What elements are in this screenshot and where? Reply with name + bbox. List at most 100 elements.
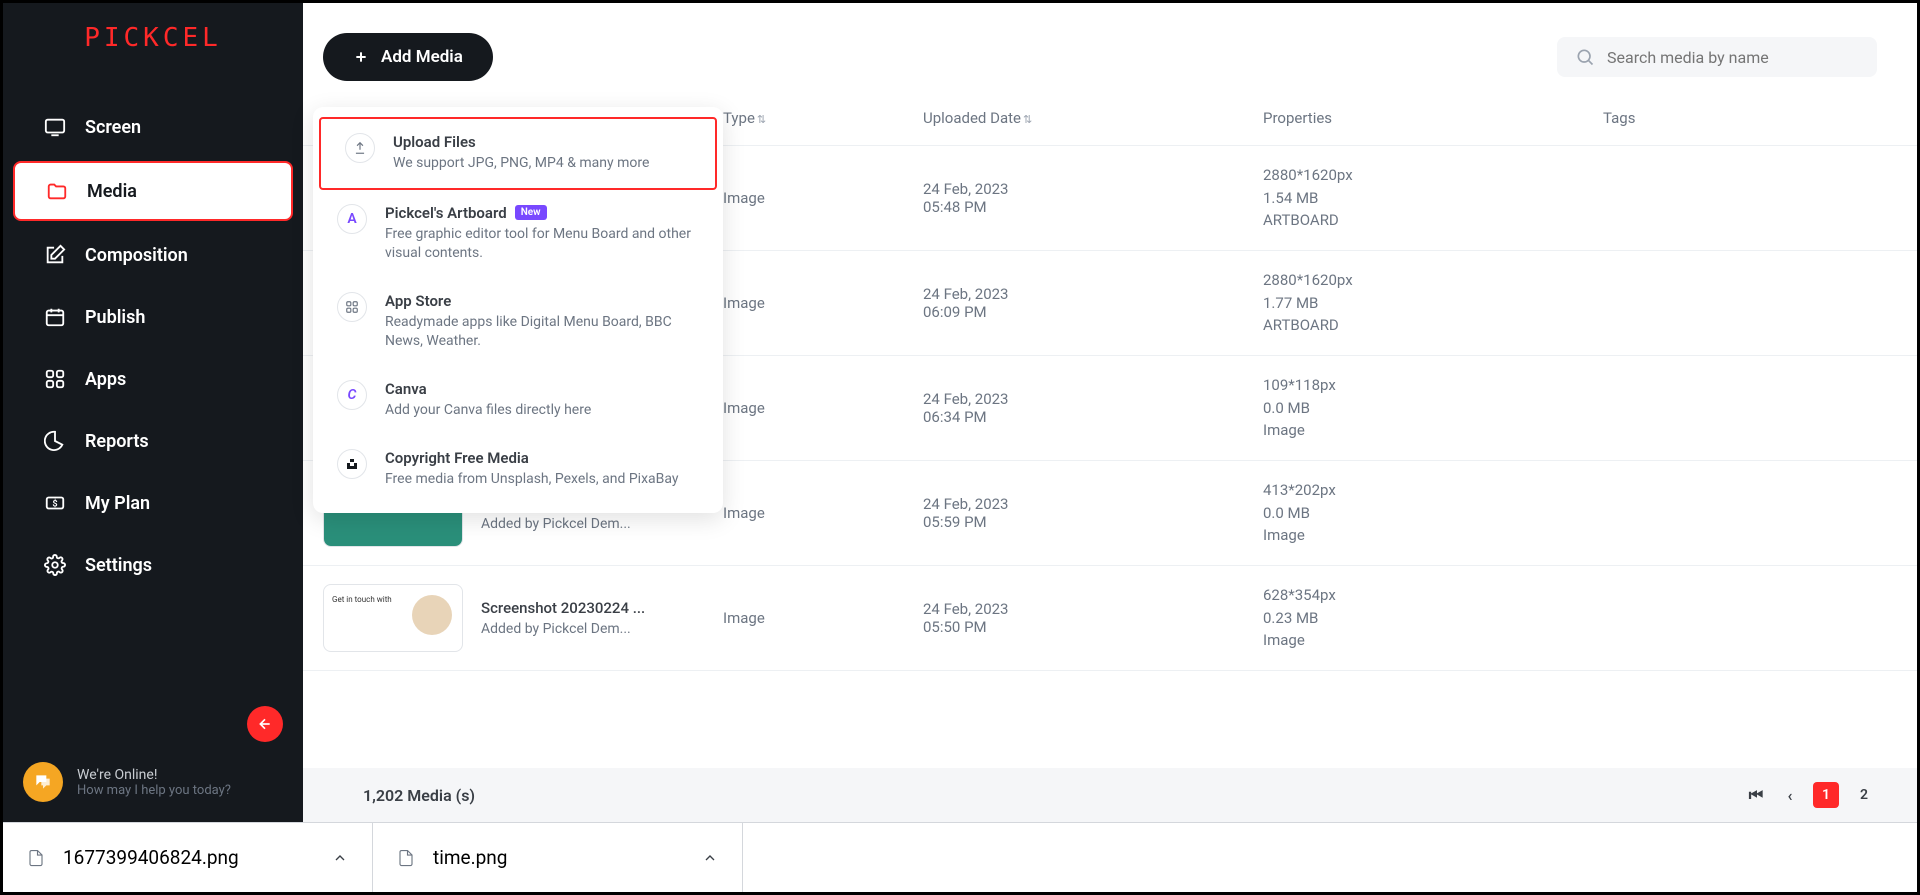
sidebar-item-label: My Plan xyxy=(85,493,150,514)
search-input[interactable] xyxy=(1607,48,1859,67)
sidebar-item-myplan[interactable]: $ My Plan xyxy=(13,475,293,531)
sidebar-item-label: Media xyxy=(87,181,137,202)
page-prev-button[interactable]: ‹ xyxy=(1779,784,1801,806)
media-type: Image xyxy=(723,189,883,207)
col-props: Properties xyxy=(1263,109,1563,127)
dropdown-title: Copyright Free Media xyxy=(385,449,699,467)
add-media-button[interactable]: Add Media xyxy=(323,33,493,81)
downloads-bar: 1677399406824.png time.png xyxy=(3,822,1917,892)
page-number[interactable]: 1 xyxy=(1813,782,1839,808)
calendar-icon xyxy=(43,305,67,329)
media-added-by: Added by Pickcel Dem... xyxy=(481,516,631,532)
sidebar-item-reports[interactable]: Reports xyxy=(13,413,293,469)
monitor-icon xyxy=(43,115,67,139)
media-properties: 2880*1620px1.54 MBARTBOARD xyxy=(1263,164,1563,232)
dropdown-item-copyright-free[interactable]: Copyright Free Media Free media from Uns… xyxy=(313,435,723,504)
search-icon xyxy=(1575,47,1595,67)
unsplash-icon xyxy=(337,449,367,479)
dropdown-desc: Free graphic editor tool for Menu Board … xyxy=(385,225,699,264)
chevron-up-icon[interactable] xyxy=(702,850,718,866)
download-chip[interactable]: 1677399406824.png xyxy=(3,823,373,892)
sidebar: PICKCEL Screen Media Composition Publish… xyxy=(3,3,303,822)
sidebar-item-publish[interactable]: Publish xyxy=(13,289,293,345)
sidebar-item-label: Composition xyxy=(85,245,188,266)
col-tags: Tags xyxy=(1603,109,1877,127)
page-number[interactable]: 2 xyxy=(1851,782,1877,808)
sidebar-item-apps[interactable]: Apps xyxy=(13,351,293,407)
new-badge: New xyxy=(515,205,547,220)
sidebar-item-settings[interactable]: Settings xyxy=(13,537,293,593)
media-name: Screenshot 20230224 ... xyxy=(481,599,645,617)
main: Add Media Upload Files We support JPG, P… xyxy=(303,3,1917,822)
dropdown-desc: Free media from Unsplash, Pexels, and Pi… xyxy=(385,470,699,490)
brand-logo: PICKCEL xyxy=(3,23,303,53)
dropdown-item-upload-files[interactable]: Upload Files We support JPG, PNG, MP4 & … xyxy=(319,117,717,190)
media-properties: 628*354px0.23 MBImage xyxy=(1263,584,1563,652)
dropdown-title: Upload Files xyxy=(393,133,691,151)
artboard-icon: A xyxy=(337,204,367,234)
grid-icon xyxy=(43,367,67,391)
svg-text:$: $ xyxy=(52,499,57,510)
media-type: Image xyxy=(723,504,883,522)
download-name: 1677399406824.png xyxy=(63,846,239,869)
appstore-icon xyxy=(337,292,367,322)
sort-icon: ⇅ xyxy=(1023,113,1032,126)
media-type: Image xyxy=(723,399,883,417)
media-properties: 2880*1620px1.77 MBARTBOARD xyxy=(1263,269,1563,337)
upload-icon xyxy=(345,133,375,163)
sidebar-item-label: Settings xyxy=(85,555,152,576)
media-type: Image xyxy=(723,609,883,627)
media-properties: 109*118px0.0 MBImage xyxy=(1263,374,1563,442)
collapse-sidebar-button[interactable] xyxy=(247,706,283,742)
dropdown-title: App Store xyxy=(385,292,699,310)
sidebar-item-screen[interactable]: Screen xyxy=(13,99,293,155)
nav: Screen Media Composition Publish Apps Re… xyxy=(3,93,303,706)
dropdown-item-artboard[interactable]: A Pickcel's Artboard New Free graphic ed… xyxy=(313,190,723,278)
download-name: time.png xyxy=(433,846,507,869)
table-row[interactable]: Get in touch with Screenshot 20230224 ..… xyxy=(303,566,1917,671)
col-type[interactable]: Type⇅ xyxy=(723,109,883,127)
folder-icon xyxy=(45,179,69,203)
media-properties: 413*202px0.0 MBImage xyxy=(1263,479,1563,547)
media-count: 1,202 Media (s) xyxy=(363,786,475,805)
sidebar-item-label: Screen xyxy=(85,117,141,138)
sidebar-item-label: Publish xyxy=(85,307,145,328)
dropdown-desc: We support JPG, PNG, MP4 & many more xyxy=(393,154,691,174)
dropdown-desc: Add your Canva files directly here xyxy=(385,401,699,421)
canva-icon: C xyxy=(337,380,367,410)
media-type: Image xyxy=(723,294,883,312)
sidebar-item-media[interactable]: Media xyxy=(13,161,293,221)
chat-icon xyxy=(23,762,63,802)
dropdown-item-canva[interactable]: C Canva Add your Canva files directly he… xyxy=(313,366,723,435)
media-thumbnail: Get in touch with xyxy=(323,584,463,652)
chat-title: We're Online! xyxy=(77,767,231,783)
dropdown-title: Pickcel's Artboard xyxy=(385,204,507,222)
media-date: 24 Feb, 202305:59 PM xyxy=(923,495,1223,531)
dollar-icon: $ xyxy=(43,491,67,515)
sort-icon: ⇅ xyxy=(757,113,766,126)
media-date: 24 Feb, 202306:09 PM xyxy=(923,285,1223,321)
sidebar-item-label: Apps xyxy=(85,369,126,390)
dropdown-item-appstore[interactable]: App Store Readymade apps like Digital Me… xyxy=(313,278,723,366)
pagination: ⏮ ‹ 1 2 xyxy=(1745,782,1877,808)
col-date[interactable]: Uploaded Date⇅ xyxy=(923,109,1223,127)
download-chip[interactable]: time.png xyxy=(373,823,743,892)
media-added-by: Added by Pickcel Dem... xyxy=(481,621,645,637)
gear-icon xyxy=(43,553,67,577)
add-media-label: Add Media xyxy=(381,47,463,67)
pie-icon xyxy=(43,429,67,453)
media-date: 24 Feb, 202306:34 PM xyxy=(923,390,1223,426)
media-date: 24 Feb, 202305:50 PM xyxy=(923,600,1223,636)
file-icon xyxy=(27,847,45,869)
page-first-button[interactable]: ⏮ xyxy=(1745,784,1767,806)
file-icon xyxy=(397,847,415,869)
arrow-left-icon xyxy=(257,716,273,732)
search-wrap[interactable] xyxy=(1557,37,1877,77)
plus-icon xyxy=(353,49,369,65)
add-media-dropdown: Upload Files We support JPG, PNG, MP4 & … xyxy=(313,107,723,513)
sidebar-item-composition[interactable]: Composition xyxy=(13,227,293,283)
chevron-up-icon[interactable] xyxy=(332,850,348,866)
media-date: 24 Feb, 202305:48 PM xyxy=(923,180,1223,216)
table-footer: 1,202 Media (s) ⏮ ‹ 1 2 xyxy=(303,768,1917,822)
chat-widget[interactable]: We're Online! How may I help you today? xyxy=(23,762,283,802)
